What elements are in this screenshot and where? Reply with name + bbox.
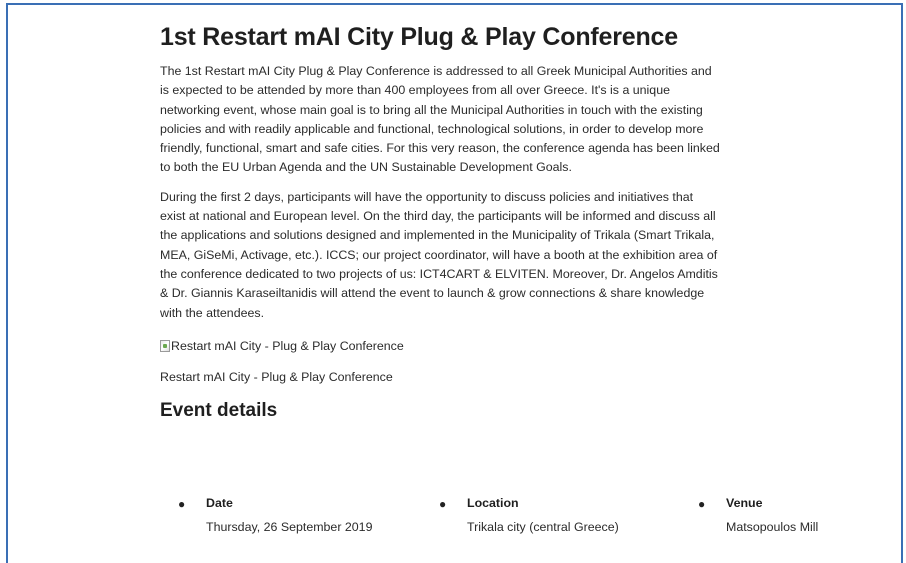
image-caption: Restart mAI City - Plug & Play Conferenc… xyxy=(160,369,393,384)
event-details-list: ● Date Thursday, 26 September 2019 ● Loc… xyxy=(160,494,880,544)
event-detail-label: Venue xyxy=(726,496,763,510)
article-paragraph-1: The 1st Restart mAI City Plug & Play Con… xyxy=(160,64,720,175)
broken-image-icon xyxy=(160,340,170,353)
page-title: 1st Restart mAI City Plug & Play Confere… xyxy=(160,23,678,51)
event-detail-label: Date xyxy=(206,496,233,510)
event-detail-value: Thursday, 26 September 2019 xyxy=(206,520,373,534)
article-paragraph-2: During the first 2 days, participants wi… xyxy=(160,189,718,320)
event-detail-location: ● Location Trikala city (central Greece) xyxy=(439,494,619,536)
bullet-icon: ● xyxy=(439,497,447,511)
event-details-heading: Event details xyxy=(160,399,278,421)
bullet-icon: ● xyxy=(178,497,186,511)
event-detail-label: Location xyxy=(467,496,519,510)
bullet-icon: ● xyxy=(698,497,706,511)
event-detail-venue: ● Venue Matsopoulos Mill xyxy=(698,494,819,536)
conference-image: Restart mAI City - Plug & Play Conferenc… xyxy=(160,337,720,356)
article: 1st Restart mAI City Plug & Play Confere… xyxy=(160,22,720,423)
event-detail-date: ● Date Thursday, 26 September 2019 xyxy=(178,494,373,536)
event-detail-value: Matsopoulos Mill xyxy=(726,520,819,534)
event-detail-value: Trikala city (central Greece) xyxy=(467,520,619,534)
image-alt-text: Restart mAI City - Plug & Play Conferenc… xyxy=(171,339,404,354)
